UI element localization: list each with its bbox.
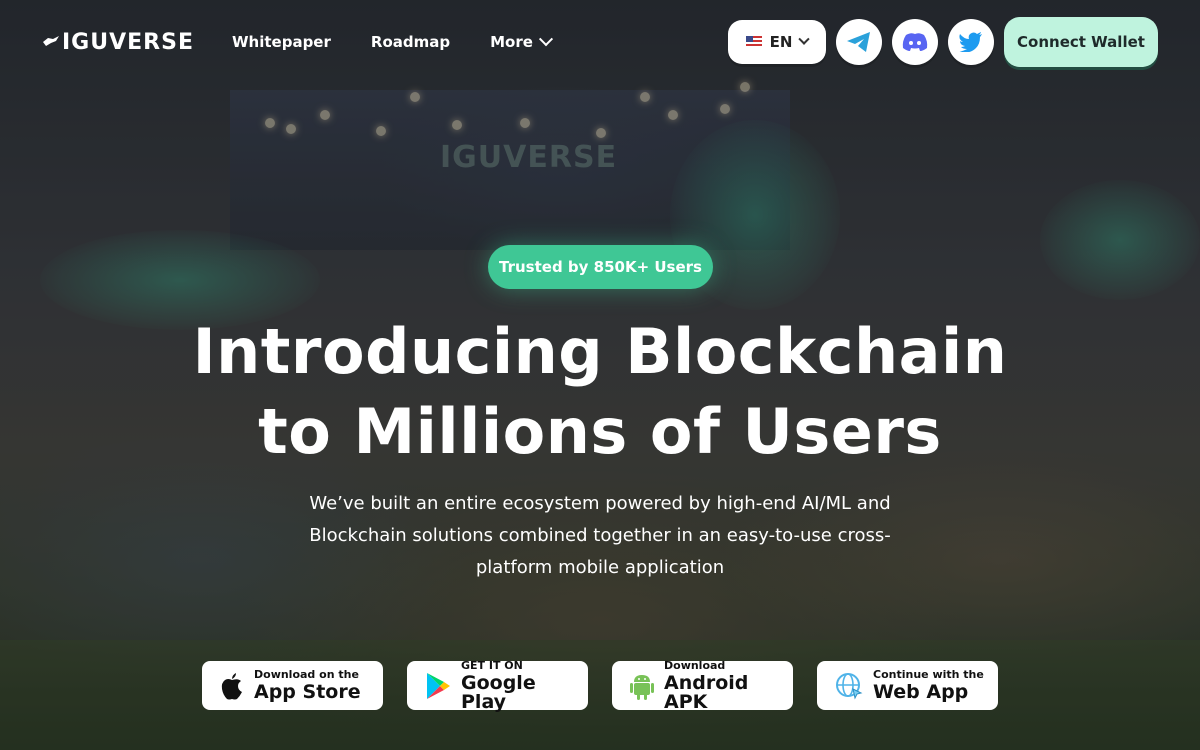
nav-item-label: More — [490, 33, 533, 51]
store-small-label: GET IT ON — [461, 658, 523, 672]
store-big-label: App Store — [254, 681, 361, 703]
download-buttons: Download on the App Store GET IT ON Goog… — [202, 658, 998, 713]
store-big-label: Web App — [873, 681, 969, 703]
trusted-users-badge: Trusted by 850K+ Users — [488, 245, 713, 289]
main-nav: Whitepaper Roadmap More — [232, 32, 553, 51]
hero-title: Introducing Blockchain to Millions of Us… — [0, 312, 1200, 472]
hero-title-line2: to Millions of Users — [258, 395, 942, 468]
store-big-label: Google Play — [461, 671, 536, 713]
nav-item-label: Whitepaper — [232, 33, 331, 51]
language-value: EN — [769, 33, 793, 51]
discord-icon — [902, 33, 928, 51]
chevron-down-icon — [538, 32, 553, 47]
android-apk-button[interactable]: Download Android APK — [612, 658, 793, 713]
store-small-label: Download on the — [254, 668, 359, 681]
google-play-icon — [427, 672, 450, 699]
telegram-button[interactable] — [836, 19, 882, 65]
discord-button[interactable] — [892, 19, 938, 65]
telegram-icon — [847, 32, 870, 52]
nav-item-whitepaper[interactable]: Whitepaper — [232, 33, 331, 51]
nav-item-roadmap[interactable]: Roadmap — [371, 33, 450, 51]
globe-icon — [836, 672, 863, 699]
store-small-label: Download — [664, 658, 726, 672]
apple-icon — [221, 672, 242, 699]
twitter-button[interactable] — [948, 19, 994, 65]
nav-item-label: Roadmap — [370, 33, 451, 51]
web-app-button[interactable]: Continue with the Web App — [817, 661, 998, 710]
us-flag-icon — [745, 36, 762, 48]
brand-logo[interactable]: IGUVERSE — [42, 30, 196, 55]
app-store-button[interactable]: Download on the App Store — [202, 661, 383, 710]
hero-subtitle: We’ve built an entire ecosystem powered … — [309, 493, 891, 578]
chevron-down-icon — [798, 33, 811, 45]
hero-title-line1: Introducing Blockchain — [192, 315, 1008, 388]
iguana-icon — [42, 33, 60, 52]
top-header: IGUVERSE Whitepaper Roadmap More EN Conn… — [0, 0, 1200, 84]
brand-logo-text: IGUVERSE — [62, 29, 194, 55]
twitter-icon — [959, 32, 982, 52]
store-big-label: Android APK — [664, 671, 749, 713]
nav-item-more[interactable]: More — [490, 32, 553, 51]
connect-wallet-button[interactable]: Connect Wallet — [1004, 17, 1158, 67]
android-icon — [630, 674, 654, 700]
google-play-button[interactable]: GET IT ON Google Play — [407, 658, 588, 713]
language-selector[interactable]: EN — [728, 20, 826, 64]
header-actions: EN Connect Wallet — [728, 17, 1158, 67]
store-small-label: Continue with the — [873, 668, 984, 681]
